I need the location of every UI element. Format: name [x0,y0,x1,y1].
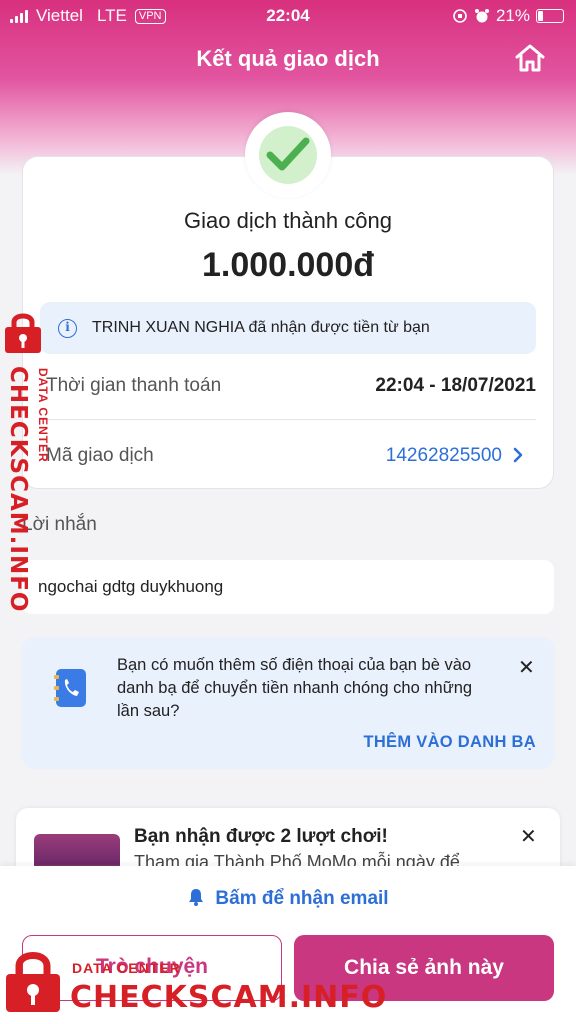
payment-time-value: 22:04 - 18/07/2021 [375,375,536,396]
add-contact-button[interactable]: THÊM VÀO DANH BẠ [363,733,536,752]
status-bar: Viettel LTE VPN 22:04 21% [0,0,576,30]
watermark-site: CHECKSCAM.INFO [70,980,388,1015]
check-icon [266,137,310,171]
message-label: Lời nhắn [22,514,97,535]
watermark-sub: DATA CENTER [72,960,181,976]
lock-watermark-icon [6,952,60,1012]
game-banner-title: Bạn nhận được 2 lượt chơi! [134,826,388,847]
chevron-right-icon[interactable] [512,446,524,464]
lock-watermark-icon [5,313,41,353]
transaction-id-label: Mã giao dịch [46,445,154,466]
watermark-sub-vertical: DATA CENTER [36,368,50,463]
transaction-amount: 1.000.000đ [201,246,375,284]
email-receipt-label: Bấm để nhận email [215,888,389,909]
transaction-id-value[interactable]: 14262825500 [386,445,502,467]
success-badge [245,112,331,198]
transaction-status: Giao dịch thành công [184,208,392,233]
bell-icon [189,889,204,906]
add-contact-question: Bạn có muốn thêm số điện thoại của bạn b… [117,656,473,720]
page-title: Kết quả giao dịch [196,46,380,71]
battery-icon [536,9,564,23]
info-icon: i [58,319,77,338]
payment-time-label: Thời gian thanh toán [46,375,222,396]
message-text: ngochai gdtg duykhuong [38,577,224,596]
message-box: ngochai gdtg duykhuong [22,560,554,614]
row-divider [40,419,536,420]
email-receipt-link[interactable]: Bấm để nhận email [0,888,576,910]
recipient-notice: i TRINH XUAN NGHIA đã nhận được tiền từ … [40,302,536,354]
battery-fill [538,11,544,21]
battery-percent: 21% [495,6,530,25]
recipient-notice-text: TRINH XUAN NGHIA đã nhận được tiền từ bạ… [92,319,430,336]
contact-book-icon [54,669,86,707]
add-contact-prompt: Bạn có muốn thêm số điện thoại của bạn b… [22,637,554,769]
alarm-icon [474,9,489,23]
watermark-site-vertical: CHECKSCAM.INFO [5,366,31,613]
orientation-lock-icon [453,9,467,23]
home-icon[interactable] [512,42,548,74]
close-icon[interactable]: ✕ [520,824,537,849]
close-icon[interactable]: ✕ [518,655,535,680]
